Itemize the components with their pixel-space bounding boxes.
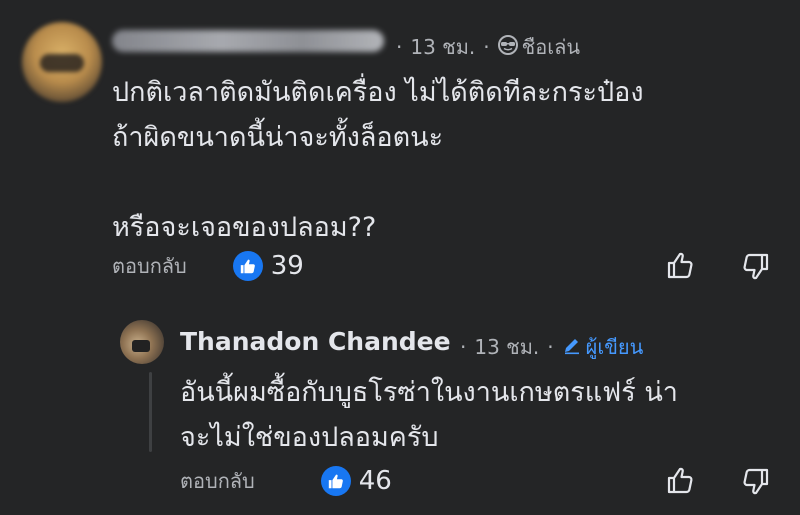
comment-line: ปกติเวลาติดมันติดเครื่อง ไม่ได้ติดทีละกร… — [112, 77, 644, 108]
reply-time[interactable]: 13 ชม. — [474, 331, 539, 363]
thumbs-up-vote-icon[interactable] — [666, 250, 696, 280]
meta-separator: · — [396, 35, 403, 59]
comment-time[interactable]: 13 ชม. — [410, 31, 475, 63]
reply-line: จะไม่ใช่ของปลอมครับ — [180, 422, 439, 453]
thumbs-down-vote-icon[interactable] — [740, 252, 770, 282]
thumbs-up-vote-icon[interactable] — [666, 465, 696, 495]
commenter-avatar[interactable] — [22, 22, 102, 102]
like-count[interactable]: 39 — [271, 251, 304, 281]
like-reaction-icon[interactable] — [232, 251, 263, 281]
meta-separator: · — [460, 335, 467, 359]
comment-meta: · 13 ชม. · ชือเล่น — [388, 31, 580, 63]
like-reaction-icon[interactable] — [320, 466, 351, 496]
thread-connector-line — [149, 372, 152, 452]
reply-actions: ตอบกลับ 46 — [180, 465, 392, 497]
meta-separator: · — [483, 35, 490, 59]
reply-meta: · 13 ชม. · ผู้เขียน — [452, 331, 643, 363]
author-badge-label: ผู้เขียน — [585, 335, 644, 359]
like-count[interactable]: 46 — [359, 466, 392, 496]
comment-line: หรือจะเจอของปลอม?? — [112, 212, 377, 243]
reply-author-avatar[interactable] — [120, 320, 164, 364]
reply-button[interactable]: ตอบกลับ — [112, 250, 187, 282]
comment-line: ถ้าผิดขนาดนี้น่าจะทั้งล็อตนะ — [112, 122, 444, 153]
meta-separator: · — [547, 335, 554, 359]
commenter-badge-label: ชือเล่น — [521, 35, 580, 59]
reply-line: อันนี้ผมซื้อกับบูธโรซ่าในงานเกษตรแฟร์ น่… — [180, 377, 678, 408]
reply-body: อันนี้ผมซื้อกับบูธโรซ่าในงานเกษตรแฟร์ น่… — [180, 370, 678, 460]
comment-body: ปกติเวลาติดมันติดเครื่อง ไม่ได้ติดทีละกร… — [112, 70, 644, 250]
commenter-name-blurred[interactable] — [112, 30, 384, 52]
pencil-icon — [562, 335, 582, 360]
thumbs-down-vote-icon[interactable] — [740, 467, 770, 497]
comment-line — [112, 160, 644, 205]
sunglasses-face-icon — [497, 34, 518, 60]
comment-actions: ตอบกลับ 39 — [112, 250, 304, 282]
reply-author-name[interactable]: Thanadon Chandee — [180, 327, 451, 356]
reply-button[interactable]: ตอบกลับ — [180, 465, 255, 497]
